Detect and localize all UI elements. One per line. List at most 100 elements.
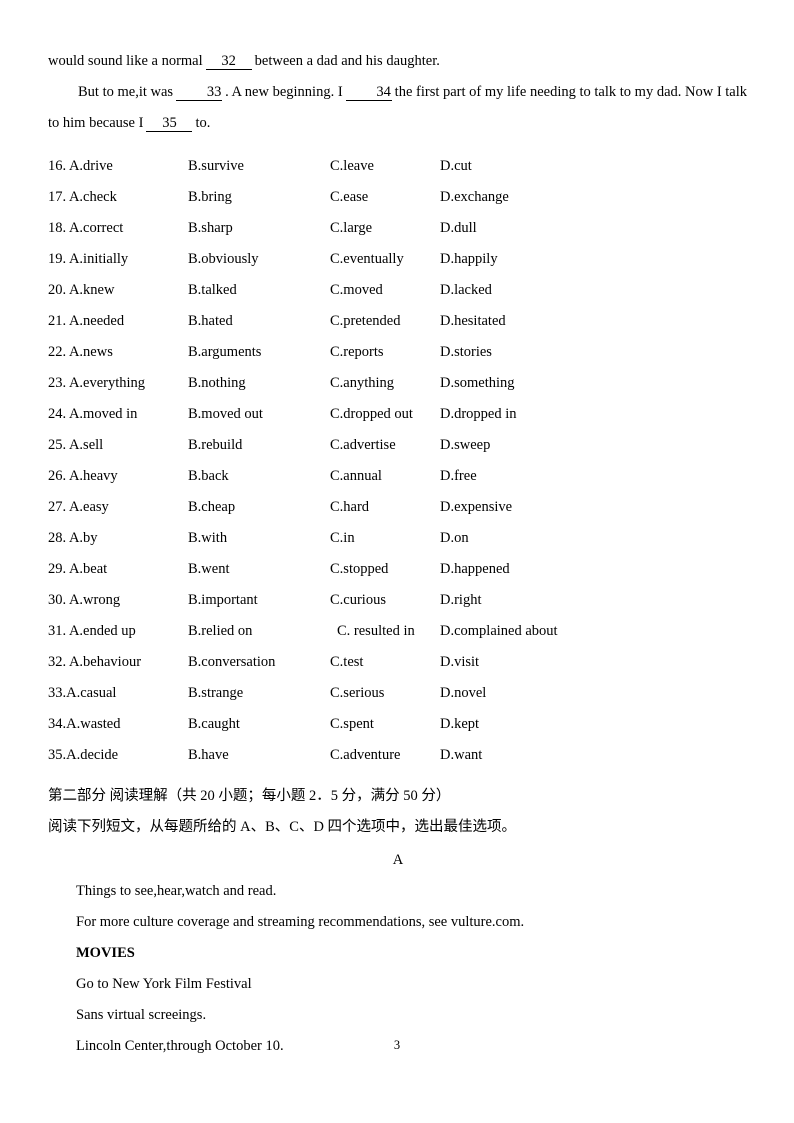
option-choice-c[interactable]: C.eventually <box>330 244 404 275</box>
option-choice-a[interactable]: 24. A.moved in <box>48 399 137 430</box>
option-choice-c[interactable]: C.hard <box>330 492 369 523</box>
option-choice-a[interactable]: 20. A.knew <box>48 275 114 306</box>
option-choice-a[interactable]: 22. A.news <box>48 337 113 368</box>
section-two-heading: 第二部分 阅读理解（共 20 小题；每小题 2．5 分，满分 50 分） <box>48 788 451 804</box>
option-choice-a[interactable]: 16. A.drive <box>48 151 113 182</box>
option-choice-d[interactable]: D.exchange <box>440 182 509 213</box>
option-choice-d[interactable]: D.expensive <box>440 492 512 523</box>
option-row: 32. A.behaviour B.conversation C.test D.vis… <box>48 647 756 678</box>
option-choice-c[interactable]: C.advertise <box>330 430 396 461</box>
option-choice-b[interactable]: B.back <box>188 461 229 492</box>
option-choice-d[interactable]: D.dull <box>440 213 477 244</box>
movies-line-2: Sans virtual screeings. <box>76 1007 207 1023</box>
option-choice-c[interactable]: C.serious <box>330 678 384 709</box>
blank-34[interactable]: 34 <box>345 85 392 101</box>
option-choice-a[interactable]: 21. A.needed <box>48 306 124 337</box>
option-choice-c[interactable]: C.reports <box>330 337 384 368</box>
option-row: 19. A.initially B.obviously C.eventually D.… <box>48 244 756 275</box>
option-choice-a[interactable]: 35.A.decide <box>48 740 118 771</box>
option-choice-b[interactable]: B.caught <box>188 709 240 740</box>
option-choice-a[interactable]: 25. A.sell <box>48 430 103 461</box>
option-row: 28. A.by B.with C.in D.on <box>48 523 756 554</box>
option-choice-b[interactable]: B.moved out <box>188 399 263 430</box>
cloze-line-2-mid: . A new beginning. I <box>225 84 343 100</box>
option-choice-b[interactable]: B.sharp <box>188 213 233 244</box>
option-choice-c[interactable]: C.curious <box>330 585 386 616</box>
option-choice-a[interactable]: 18. A.correct <box>48 213 123 244</box>
option-choice-c[interactable]: C.leave <box>330 151 374 182</box>
option-choice-b[interactable]: B.with <box>188 523 227 554</box>
passage-a-line-2: For more culture coverage and streaming … <box>76 914 525 930</box>
movies-heading: MOVIES <box>76 945 135 961</box>
option-row: 31. A.ended up B.relied on C. resulted in D… <box>48 616 756 647</box>
option-choice-c[interactable]: C.dropped out <box>330 399 413 430</box>
option-choice-b[interactable]: B.survive <box>188 151 244 182</box>
option-choice-c[interactable]: C. resulted in <box>337 616 415 647</box>
option-choice-d[interactable]: D.on <box>440 523 469 554</box>
option-choice-d[interactable]: D.complained about <box>440 616 558 647</box>
option-choice-d[interactable]: D.cut <box>440 151 472 182</box>
option-choice-d[interactable]: D.hesitated <box>440 306 506 337</box>
option-choice-d[interactable]: D.sweep <box>440 430 490 461</box>
option-choice-a[interactable]: 19. A.initially <box>48 244 128 275</box>
option-choice-a[interactable]: 23. A.everything <box>48 368 145 399</box>
option-choice-d[interactable]: D.lacked <box>440 275 492 306</box>
option-choice-a[interactable]: 17. A.check <box>48 182 117 213</box>
option-choice-d[interactable]: D.kept <box>440 709 479 740</box>
option-choice-b[interactable]: B.talked <box>188 275 237 306</box>
passage-a-label: A <box>392 852 404 868</box>
option-choice-d[interactable]: D.novel <box>440 678 486 709</box>
blank-32[interactable]: 32 <box>205 54 252 70</box>
option-choice-a[interactable]: 34.A.wasted <box>48 709 121 740</box>
option-choice-c[interactable]: C.adventure <box>330 740 400 771</box>
option-choice-b[interactable]: B.have <box>188 740 229 771</box>
option-choice-c[interactable]: C.stopped <box>330 554 388 585</box>
option-choice-b[interactable]: B.cheap <box>188 492 235 523</box>
option-choice-a[interactable]: 26. A.heavy <box>48 461 118 492</box>
option-choice-a[interactable]: 27. A.easy <box>48 492 109 523</box>
option-choice-a[interactable]: 32. A.behaviour <box>48 647 141 678</box>
option-row: 26. A.heavy B.back C.annual D.free <box>48 461 756 492</box>
option-choice-c[interactable]: C.spent <box>330 709 374 740</box>
option-choice-c[interactable]: C.pretended <box>330 306 400 337</box>
option-choice-d[interactable]: D.happened <box>440 554 510 585</box>
option-choice-d[interactable]: D.visit <box>440 647 479 678</box>
option-choice-a[interactable]: 31. A.ended up <box>48 616 136 647</box>
option-choice-c[interactable]: C.in <box>330 523 355 554</box>
option-choice-c[interactable]: C.ease <box>330 182 368 213</box>
blank-33[interactable]: 33 <box>176 85 223 101</box>
option-row: 16. A.drive B.survive C.leave D.cut <box>48 151 756 182</box>
option-choice-d[interactable]: D.free <box>440 461 477 492</box>
option-choice-a[interactable]: 28. A.by <box>48 523 98 554</box>
option-choice-b[interactable]: B.arguments <box>188 337 261 368</box>
option-choice-a[interactable]: 30. A.wrong <box>48 585 120 616</box>
option-choice-c[interactable]: C.large <box>330 213 372 244</box>
option-choice-d[interactable]: D.right <box>440 585 481 616</box>
option-choice-a[interactable]: 33.A.casual <box>48 678 116 709</box>
option-choice-d[interactable]: D.something <box>440 368 515 399</box>
option-choice-d[interactable]: D.dropped in <box>440 399 517 430</box>
option-choice-b[interactable]: B.bring <box>188 182 232 213</box>
option-choice-c[interactable]: C.annual <box>330 461 382 492</box>
option-choice-a[interactable]: 29. A.beat <box>48 554 107 585</box>
passage-a-body: Things to see,hear,watch and read. For m… <box>48 876 756 1062</box>
option-choice-d[interactable]: D.happily <box>440 244 498 275</box>
option-row: 30. A.wrong B.important C.curious D.right <box>48 585 756 616</box>
cloze-line-1: would sound like a normal 32 between a dad… <box>48 46 756 77</box>
option-row: 34.A.wasted B.caught C.spent D.kept <box>48 709 756 740</box>
option-choice-c[interactable]: C.anything <box>330 368 394 399</box>
option-choice-d[interactable]: D.stories <box>440 337 492 368</box>
option-choice-b[interactable]: B.went <box>188 554 229 585</box>
option-choice-b[interactable]: B.important <box>188 585 258 616</box>
option-choice-b[interactable]: B.hated <box>188 306 233 337</box>
option-choice-b[interactable]: B.relied on <box>188 616 252 647</box>
option-choice-c[interactable]: C.moved <box>330 275 383 306</box>
option-choice-b[interactable]: B.conversation <box>188 647 275 678</box>
option-choice-b[interactable]: B.strange <box>188 678 243 709</box>
option-choice-b[interactable]: B.obviously <box>188 244 259 275</box>
option-choice-b[interactable]: B.rebuild <box>188 430 242 461</box>
option-choice-d[interactable]: D.want <box>440 740 482 771</box>
option-choice-b[interactable]: B.nothing <box>188 368 246 399</box>
option-choice-c[interactable]: C.test <box>330 647 363 678</box>
blank-35[interactable]: 35 <box>146 116 193 132</box>
